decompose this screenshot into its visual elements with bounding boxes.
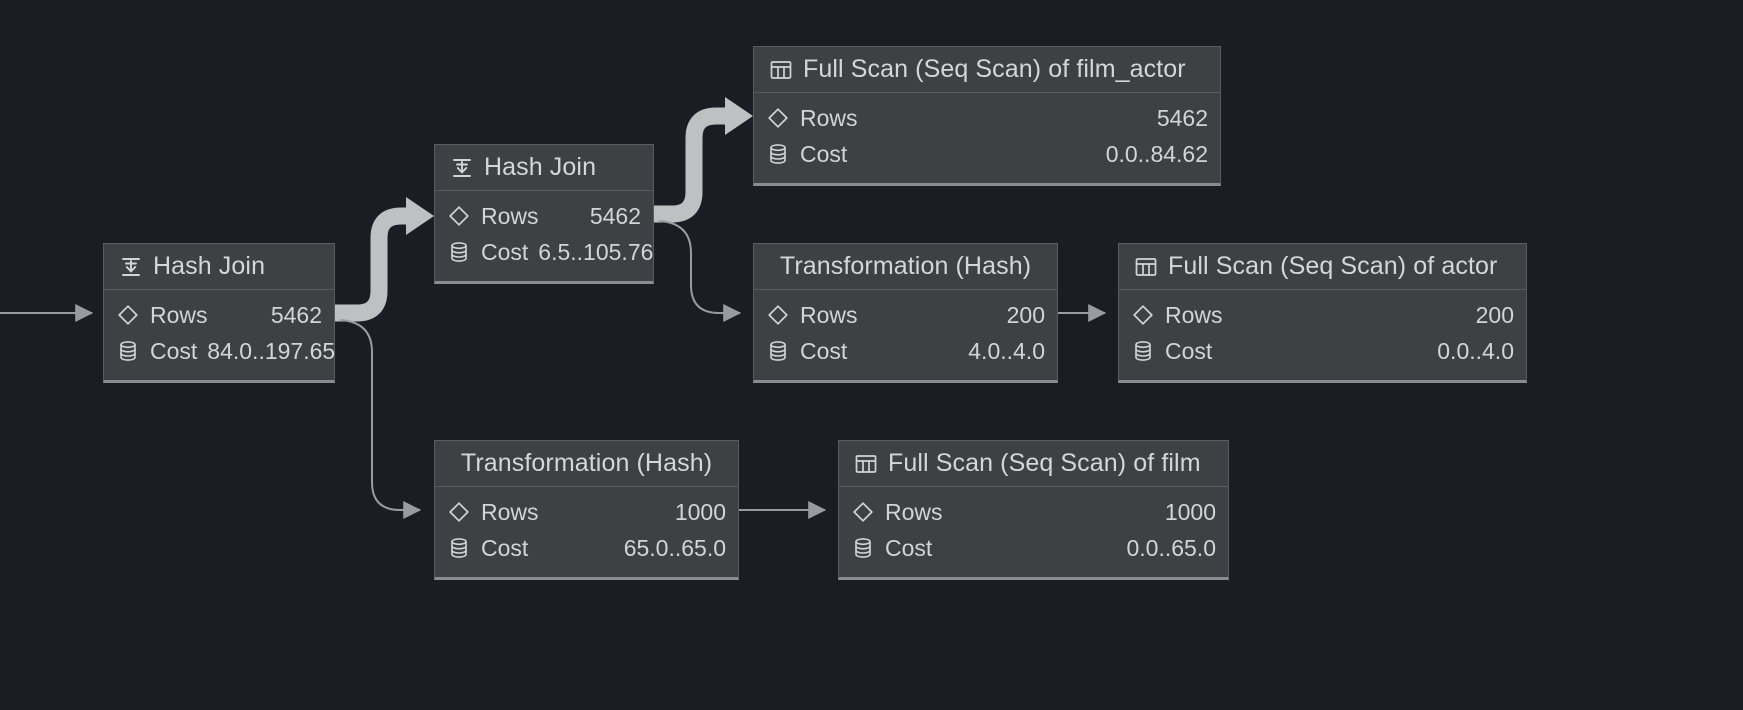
node-cost-row: Cost 0.0..4.0 <box>1131 333 1514 369</box>
rows-label: Rows <box>1165 301 1223 328</box>
node-rows-row: Rows 5462 <box>116 297 322 333</box>
node-body-hash-actor: Rows 200 Cost 4.0..4.0 <box>754 290 1057 387</box>
diamond-icon <box>766 303 790 327</box>
cost-label: Cost <box>481 238 529 265</box>
cost-value: 0.0..65.0 <box>1126 534 1216 561</box>
database-cylinder-icon <box>116 339 140 363</box>
node-title: Hash Join <box>484 153 597 181</box>
plan-node-seq-scan-film-actor[interactable]: Full Scan (Seq Scan) of film_actor Rows 54… <box>753 46 1221 186</box>
node-cost-row: Cost 0.0..84.62 <box>766 136 1208 172</box>
database-cylinder-icon <box>766 339 790 363</box>
cost-label: Cost <box>800 140 848 167</box>
node-rows-row: Rows 1000 <box>447 494 726 530</box>
node-body-hash-join-outer: Rows 5462 Cost 84.0..197.65 <box>104 290 335 387</box>
node-title: Full Scan (Seq Scan) of film <box>888 449 1201 477</box>
plan-node-seq-scan-actor[interactable]: Full Scan (Seq Scan) of actor Rows 200 Cost… <box>1118 243 1527 383</box>
table-icon <box>768 57 794 83</box>
diamond-icon <box>447 500 471 524</box>
node-rows-row: Rows 5462 <box>447 198 641 234</box>
database-cylinder-icon <box>766 142 790 166</box>
rows-value: 5462 <box>270 301 322 328</box>
diamond-icon <box>1131 303 1155 327</box>
cost-value: 65.0..65.0 <box>623 534 726 561</box>
cost-label: Cost <box>1165 337 1213 364</box>
node-body-seq-scan-film: Rows 1000 Cost 0.0..65.0 <box>839 487 1228 584</box>
node-header-hash-film: Transformation (Hash) <box>435 441 738 487</box>
node-cost-row: Cost 4.0..4.0 <box>766 333 1045 369</box>
node-body-hash-film: Rows 1000 Cost 65.0..65.0 <box>435 487 738 584</box>
plan-node-hash-join-outer[interactable]: Hash Join Rows 5462 Cost 84.0..197.65 <box>103 243 335 383</box>
cost-value: 4.0..4.0 <box>968 337 1045 364</box>
plan-node-seq-scan-film[interactable]: Full Scan (Seq Scan) of film Rows 1000 Cost… <box>838 440 1229 580</box>
rows-value: 5462 <box>1156 104 1208 131</box>
cost-value: 6.5..105.76 <box>538 238 654 265</box>
node-header-seq-scan-film-actor: Full Scan (Seq Scan) of film_actor <box>754 47 1220 93</box>
rows-value: 1000 <box>1164 498 1216 525</box>
rows-label: Rows <box>800 104 858 131</box>
node-header-seq-scan-film: Full Scan (Seq Scan) of film <box>839 441 1228 487</box>
node-cost-row: Cost 0.0..65.0 <box>851 530 1216 566</box>
hash-join-icon <box>118 254 144 280</box>
plan-node-hash-join-inner[interactable]: Hash Join Rows 5462 Cost 6.5..105.76 <box>434 144 654 284</box>
database-cylinder-icon <box>1131 339 1155 363</box>
node-title: Transformation (Hash) <box>460 449 713 477</box>
cost-label: Cost <box>800 337 848 364</box>
node-title: Hash Join <box>153 252 266 280</box>
node-rows-row: Rows 1000 <box>851 494 1216 530</box>
plan-node-hash-film[interactable]: Transformation (Hash) Rows 1000 Cost 65.0..6… <box>434 440 739 580</box>
hash-join-icon <box>449 155 475 181</box>
cost-value: 84.0..197.65 <box>207 337 336 364</box>
node-header-hash-join-outer: Hash Join <box>104 244 334 290</box>
edge-hash-join-inner-to-hash-actor <box>658 220 742 322</box>
node-rows-row: Rows 200 <box>766 297 1045 333</box>
cost-label: Cost <box>150 337 198 364</box>
diamond-icon <box>116 303 140 327</box>
node-title: Full Scan (Seq Scan) of actor <box>1168 252 1498 280</box>
rows-label: Rows <box>481 498 539 525</box>
rows-value: 200 <box>1475 301 1514 328</box>
rows-value: 5462 <box>589 202 641 229</box>
node-header-hash-join-inner: Hash Join <box>435 145 653 191</box>
node-body-seq-scan-actor: Rows 200 Cost 0.0..4.0 <box>1119 290 1526 387</box>
table-icon <box>853 451 879 477</box>
diamond-icon <box>447 204 471 228</box>
node-body-hash-join-inner: Rows 5462 Cost 6.5..105.76 <box>435 191 653 288</box>
rows-label: Rows <box>481 202 539 229</box>
node-rows-row: Rows 5462 <box>766 100 1208 136</box>
diamond-icon <box>851 500 875 524</box>
node-cost-row: Cost 84.0..197.65 <box>116 333 335 369</box>
cost-label: Cost <box>481 534 529 561</box>
rows-value: 1000 <box>674 498 726 525</box>
edge-hash-join-outer-to-hash-film <box>339 319 422 519</box>
node-body-seq-scan-film-actor: Rows 5462 Cost 0.0..84.62 <box>754 93 1220 190</box>
diamond-icon <box>766 106 790 130</box>
node-title: Full Scan (Seq Scan) of film_actor <box>803 55 1186 83</box>
cost-value: 0.0..84.62 <box>1105 140 1208 167</box>
database-cylinder-icon <box>851 536 875 560</box>
cost-value: 0.0..4.0 <box>1437 337 1514 364</box>
edge-hash-join-inner-to-seq-scan-film-actor <box>654 97 753 223</box>
node-rows-row: Rows 200 <box>1131 297 1514 333</box>
rows-label: Rows <box>150 301 208 328</box>
query-plan-canvas[interactable]: Hash Join Rows 5462 Cost 84.0..197.65 Hash Jo… <box>0 0 1743 710</box>
node-cost-row: Cost 65.0..65.0 <box>447 530 726 566</box>
node-header-hash-actor: Transformation (Hash) <box>754 244 1057 290</box>
database-cylinder-icon <box>447 240 471 264</box>
edge-hash-join-outer-to-hash-join-inner <box>335 197 434 322</box>
node-cost-row: Cost 6.5..105.76 <box>447 234 653 270</box>
node-header-seq-scan-actor: Full Scan (Seq Scan) of actor <box>1119 244 1526 290</box>
cost-label: Cost <box>885 534 933 561</box>
node-title: Transformation (Hash) <box>779 252 1032 280</box>
rows-label: Rows <box>885 498 943 525</box>
rows-label: Rows <box>800 301 858 328</box>
table-icon <box>1133 254 1159 280</box>
database-cylinder-icon <box>447 536 471 560</box>
rows-value: 200 <box>1006 301 1045 328</box>
plan-node-hash-actor[interactable]: Transformation (Hash) Rows 200 Cost 4.0..4.0 <box>753 243 1058 383</box>
